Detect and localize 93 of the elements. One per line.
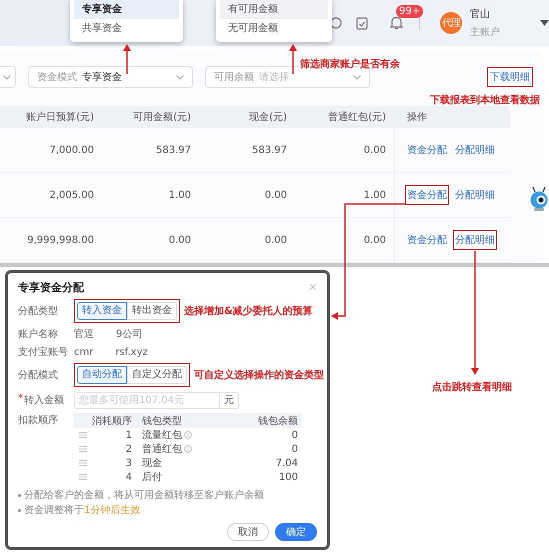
- segment-button[interactable]: 转出资金: [127, 302, 177, 320]
- help-icon[interactable]: [330, 17, 342, 29]
- field-label: 支付宝账号: [18, 346, 69, 359]
- segment-button[interactable]: 自定义分配: [127, 366, 187, 384]
- table-cell-text: 2: [124, 444, 133, 454]
- required-mark: *: [18, 393, 23, 406]
- table-cell-text: 后付: [142, 470, 162, 484]
- column-header: 消耗顺序: [92, 414, 133, 428]
- info-icon: [184, 445, 192, 453]
- annotation-arrow: [123, 44, 131, 74]
- caret-icon: [176, 74, 184, 80]
- drag-handle-icon[interactable]: [79, 432, 87, 438]
- cancel-button[interactable]: 取消: [227, 523, 269, 541]
- field-value: 9公司: [116, 328, 142, 341]
- table-cell-text: 583.97: [155, 144, 192, 156]
- table-cell-text: 0: [290, 444, 299, 454]
- menu-option[interactable]: 专享资金: [74, 0, 179, 19]
- table-cell-text: 0.00: [264, 234, 288, 246]
- field-label: 账户名称: [18, 328, 59, 341]
- annotation-text: 下载报表到本地查看数据: [430, 94, 540, 107]
- table-cell-text: 7,000.00: [48, 144, 95, 156]
- select-field[interactable]: [0, 66, 16, 88]
- annotation-text: 选择增加&减少委托人的预算: [184, 304, 313, 318]
- bullet-icon: [18, 494, 21, 496]
- column-header: 操作: [394, 106, 510, 128]
- table-action-link[interactable]: 资金分配: [405, 185, 449, 205]
- table-cell-text: 1: [124, 430, 133, 440]
- confirm-button[interactable]: 确定: [275, 523, 317, 541]
- select-field[interactable]: 资金模式 专享资金: [28, 66, 193, 88]
- table-cell-text: 4: [124, 472, 133, 482]
- column-header: 钱包余额: [257, 414, 299, 428]
- note-text: 资金调整将于1分钟后生效: [24, 504, 140, 517]
- segment-button[interactable]: 自动分配: [77, 366, 127, 384]
- table-cell-text: 1.00: [168, 190, 192, 200]
- field-value: cmr: [74, 346, 94, 358]
- menu-option[interactable]: 无可用金额: [220, 19, 328, 38]
- table-cell-text: 583.97: [251, 144, 288, 156]
- dialog-title: 专享资金分配: [18, 280, 84, 295]
- table-cell-text: 7.04: [274, 458, 299, 468]
- table-action-link[interactable]: 分配明细: [453, 185, 497, 205]
- table-cell-text: 0.00: [362, 144, 387, 156]
- table-cell-text: 100: [278, 472, 299, 482]
- unit-suffix: 元: [219, 392, 238, 408]
- annotation-text: 可自定义选择操作的资金类型: [194, 368, 324, 382]
- field-label: 分配模式: [18, 368, 59, 382]
- table-action-link[interactable]: 分配明细: [453, 140, 497, 160]
- table-cell-text: 普通红包: [142, 442, 182, 456]
- drag-handle-icon[interactable]: [79, 474, 87, 480]
- note-text: 分配给客户的金额，将从可用金额转移至客户账户余额: [24, 488, 264, 502]
- bullet-icon: [18, 508, 21, 512]
- annotation-text: 点击跳转查看明细: [432, 380, 512, 394]
- clipboard-icon[interactable]: [356, 16, 368, 30]
- caret-icon: [3, 74, 11, 80]
- column-header: 账户日预算(元): [25, 110, 95, 124]
- table-cell-text: 0: [290, 430, 299, 440]
- column-header: 可用金额(元): [132, 110, 192, 124]
- table-action-link[interactable]: 资金分配: [405, 230, 449, 250]
- segment-button[interactable]: 转入资金: [77, 302, 127, 320]
- annotation-arrow: [289, 44, 297, 74]
- bell-icon[interactable]: [390, 16, 403, 30]
- info-icon: [184, 431, 192, 439]
- mascot-icon[interactable]: [529, 186, 549, 212]
- drag-handle-icon[interactable]: [79, 446, 87, 452]
- field-label: 分配类型: [18, 304, 59, 318]
- table-cell-text: 流量红包: [142, 428, 182, 442]
- field-value: 官逗: [74, 328, 94, 341]
- table-cell-text: 0.00: [264, 190, 288, 200]
- table-action-link[interactable]: 分配明细: [453, 230, 497, 250]
- user-name: 官山: [470, 8, 491, 21]
- avatar[interactable]: 代理: [440, 12, 462, 34]
- field-label: 扣款顺序: [18, 414, 59, 427]
- column-header: 普通红包(元): [327, 110, 387, 124]
- field-label: 转入金额: [24, 394, 64, 407]
- table-cell-text: 2,005.00: [48, 190, 95, 200]
- download-link[interactable]: 下载明细: [487, 67, 533, 87]
- caret-icon[interactable]: [540, 20, 549, 26]
- table-cell-text: 9,999,998.00: [26, 234, 95, 246]
- menu-option[interactable]: 有可用金额: [220, 0, 328, 19]
- drag-handle-icon[interactable]: [79, 460, 87, 466]
- amount-field[interactable]: 您最多可使用107.04元 元: [74, 392, 239, 408]
- menu-option[interactable]: 共享资金: [74, 19, 179, 38]
- table-cell-text: 1.00: [362, 190, 387, 200]
- column-header: 钱包类型: [142, 414, 183, 428]
- field-value: rsf.xyz: [115, 346, 148, 358]
- table-cell-text: 0.00: [168, 234, 192, 246]
- column-header: 现金(元): [248, 111, 288, 124]
- user-role: 主账户: [470, 26, 500, 39]
- table-cell-text: 现金: [142, 457, 162, 470]
- caret-icon: [353, 74, 361, 80]
- table-action-link[interactable]: 资金分配: [405, 140, 449, 160]
- table-cell-text: 3: [124, 458, 133, 468]
- notification-badge: 99+: [396, 5, 424, 18]
- table-cell-text: 0.00: [362, 234, 387, 246]
